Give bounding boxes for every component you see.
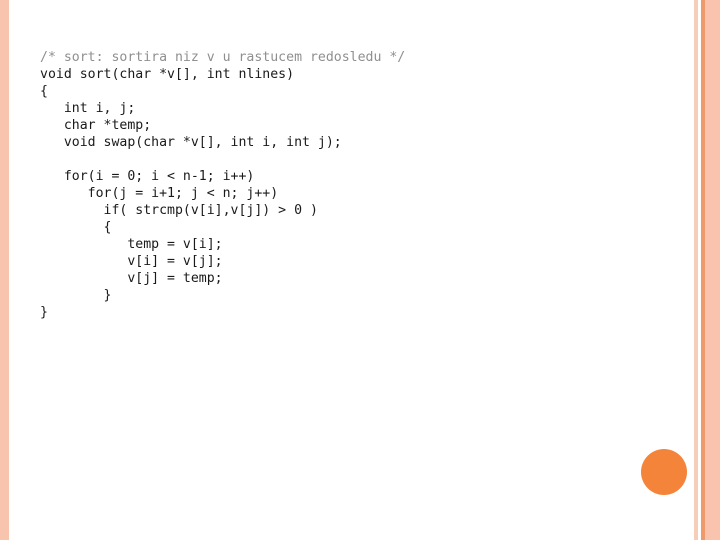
code-line: void swap(char *v[], int i, int j); (40, 135, 342, 151)
code-block: /* sort: sortira niz v u rastucem redosl… (40, 49, 660, 321)
code-line: } (40, 288, 112, 304)
code-line: char *temp; (40, 118, 152, 134)
code-line: if( strcmp(v[i],v[j]) > 0 ) (40, 203, 318, 219)
code-line: for(j = i+1; j < n; j++) (40, 186, 279, 202)
code-line: v[i] = v[j]; (40, 254, 223, 270)
code-line: v[j] = temp; (40, 271, 223, 287)
code-line: /* sort: sortira niz v u rastucem redosl… (40, 50, 406, 66)
code-line: } (40, 305, 48, 321)
decorative-stripe-right-outer (694, 0, 698, 540)
code-line: void sort(char *v[], int nlines) (40, 67, 295, 83)
decorative-orange-dot (641, 449, 687, 495)
code-line: int i, j; (40, 101, 136, 117)
code-line: temp = v[i]; (40, 237, 223, 253)
code-line: { (40, 84, 48, 100)
decorative-stripe-right-wide (705, 0, 720, 540)
slide-canvas: /* sort: sortira niz v u rastucem redosl… (0, 0, 720, 540)
code-line: { (40, 220, 112, 236)
code-line: for(i = 0; i < n-1; i++) (40, 169, 255, 185)
decorative-stripe-left-inner (0, 0, 9, 540)
decorative-stripe-right-dark (701, 0, 705, 540)
